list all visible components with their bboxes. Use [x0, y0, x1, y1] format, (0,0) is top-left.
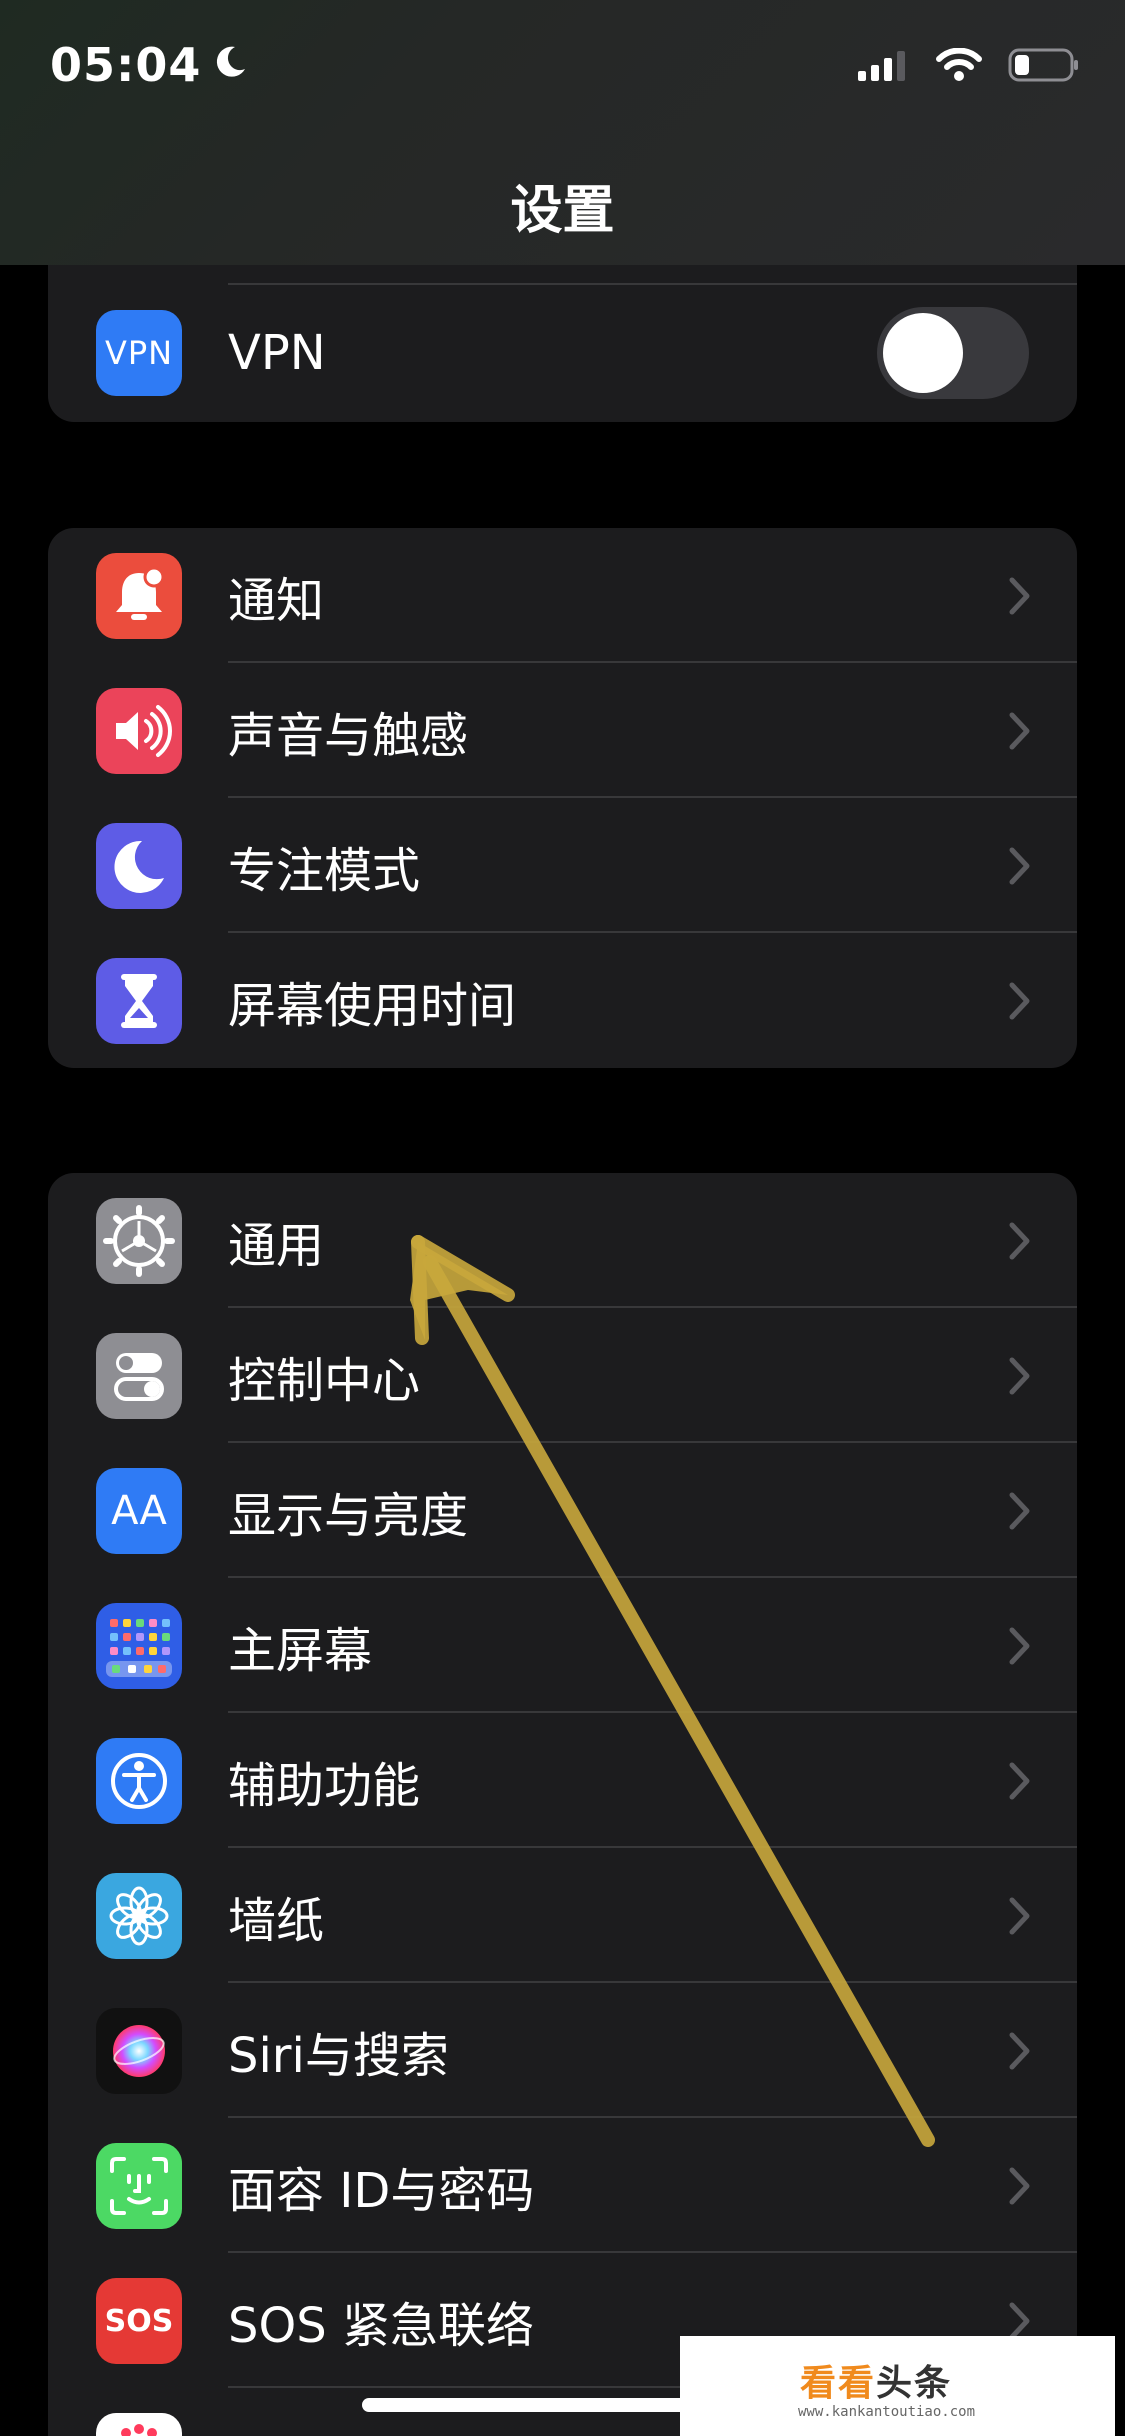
face-id-icon [96, 2143, 182, 2229]
settings-row-home-screen[interactable]: 主屏幕 [48, 1578, 1077, 1713]
settings-screen: 05:04 设置 VPN VPN 通知 声音与触感 专注模式 屏幕使用时间 通用… [0, 0, 1125, 2436]
moon-icon [96, 823, 182, 909]
notifications-icon [96, 553, 182, 639]
settings-row-siri[interactable]: Siri与搜索 [48, 1983, 1077, 2118]
header: 05:04 设置 [0, 0, 1125, 265]
wifi-icon [936, 47, 982, 86]
chevron-right-icon [1009, 2167, 1030, 2204]
chevron-right-icon [1009, 1897, 1030, 1934]
row-label: 声音与触感 [228, 707, 469, 764]
chevron-right-icon [1009, 577, 1030, 614]
row-label: 通知 [228, 572, 325, 629]
general-group: 通用 控制中心 AA 显示与亮度 主屏幕 辅助功能 墙纸 Siri与搜索 面容 … [48, 1173, 1077, 2436]
row-label: SOS 紧急联络 [228, 2297, 534, 2354]
settings-row-notifications[interactable]: 通知 [48, 528, 1077, 663]
chevron-right-icon [1009, 1222, 1030, 1259]
status-time-label: 05:04 [50, 38, 202, 92]
wallpaper-flower-icon [96, 1873, 182, 1959]
status-time: 05:04 [50, 38, 251, 92]
settings-row-focus[interactable]: 专注模式 [48, 798, 1077, 933]
settings-row-sounds[interactable]: 声音与触感 [48, 663, 1077, 798]
row-label: 专注模式 [228, 842, 421, 899]
accessibility-icon [96, 1738, 182, 1824]
chevron-right-icon [1009, 847, 1030, 884]
watermark-text-a: 看看 [800, 2363, 877, 2404]
text-size-icon: AA [96, 1468, 182, 1554]
sos-icon: SOS [96, 2278, 182, 2364]
row-label: 主屏幕 [228, 1622, 373, 1679]
gear-icon [96, 1198, 182, 1284]
row-label: 显示与亮度 [228, 1487, 469, 1544]
status-indicators [858, 47, 1080, 86]
settings-row-screen-time[interactable]: 屏幕使用时间 [48, 933, 1077, 1068]
cellular-signal-icon [858, 49, 910, 85]
chevron-right-icon [1009, 712, 1030, 749]
settings-row-accessibility[interactable]: 辅助功能 [48, 1713, 1077, 1848]
row-label: 面容 ID与密码 [228, 2162, 535, 2219]
chevron-right-icon [1009, 1357, 1030, 1394]
vpn-label: VPN [228, 324, 326, 381]
watermark-url: www.kankantoutiao.com [798, 2404, 976, 2420]
speaker-icon [96, 688, 182, 774]
chevron-right-icon [1009, 1492, 1030, 1529]
chevron-right-icon [1009, 982, 1030, 1019]
hourglass-icon [96, 958, 182, 1044]
row-label: 屏幕使用时间 [228, 977, 517, 1034]
chevron-right-icon [1009, 2032, 1030, 2069]
watermark-text-b: 头条 [876, 2363, 953, 2404]
focus-moon-icon [211, 38, 251, 92]
siri-icon [96, 2008, 182, 2094]
settings-row-control-center[interactable]: 控制中心 [48, 1308, 1077, 1443]
settings-row-general[interactable]: 通用 [48, 1173, 1077, 1308]
row-label: 辅助功能 [228, 1757, 421, 1814]
row-label: 墙纸 [228, 1892, 325, 1949]
battery-icon [1008, 48, 1080, 86]
vpn-row[interactable]: VPN VPN [48, 285, 1077, 420]
toggles-icon [96, 1333, 182, 1419]
home-screen-icon [96, 1603, 182, 1689]
notifications-group: 通知 声音与触感 专注模式 屏幕使用时间 [48, 528, 1077, 1068]
vpn-toggle[interactable] [877, 306, 1029, 399]
exposure-icon [96, 2413, 182, 2436]
settings-row-display[interactable]: AA 显示与亮度 [48, 1443, 1077, 1578]
sos-icon-text: SOS [104, 2303, 174, 2339]
watermark: 看看头条 www.kankantoutiao.com [680, 2336, 1115, 2436]
text-size-icon-text: AA [111, 1488, 167, 1534]
row-label: Siri与搜索 [228, 2027, 449, 2084]
chevron-right-icon [1009, 1627, 1030, 1664]
toggle-knob [883, 312, 963, 393]
settings-row-wallpaper[interactable]: 墙纸 [48, 1848, 1077, 1983]
vpn-icon: VPN [96, 310, 182, 396]
chevron-right-icon [1009, 2302, 1030, 2339]
vpn-icon-text: VPN [104, 334, 174, 372]
chevron-right-icon [1009, 1762, 1030, 1799]
row-label: 通用 [228, 1217, 325, 1274]
watermark-logo: 看看头条 [800, 2354, 952, 2406]
row-label: 控制中心 [228, 1352, 421, 1409]
settings-row-face-id[interactable]: 面容 ID与密码 [48, 2118, 1077, 2253]
page-title: 设置 [510, 181, 615, 241]
